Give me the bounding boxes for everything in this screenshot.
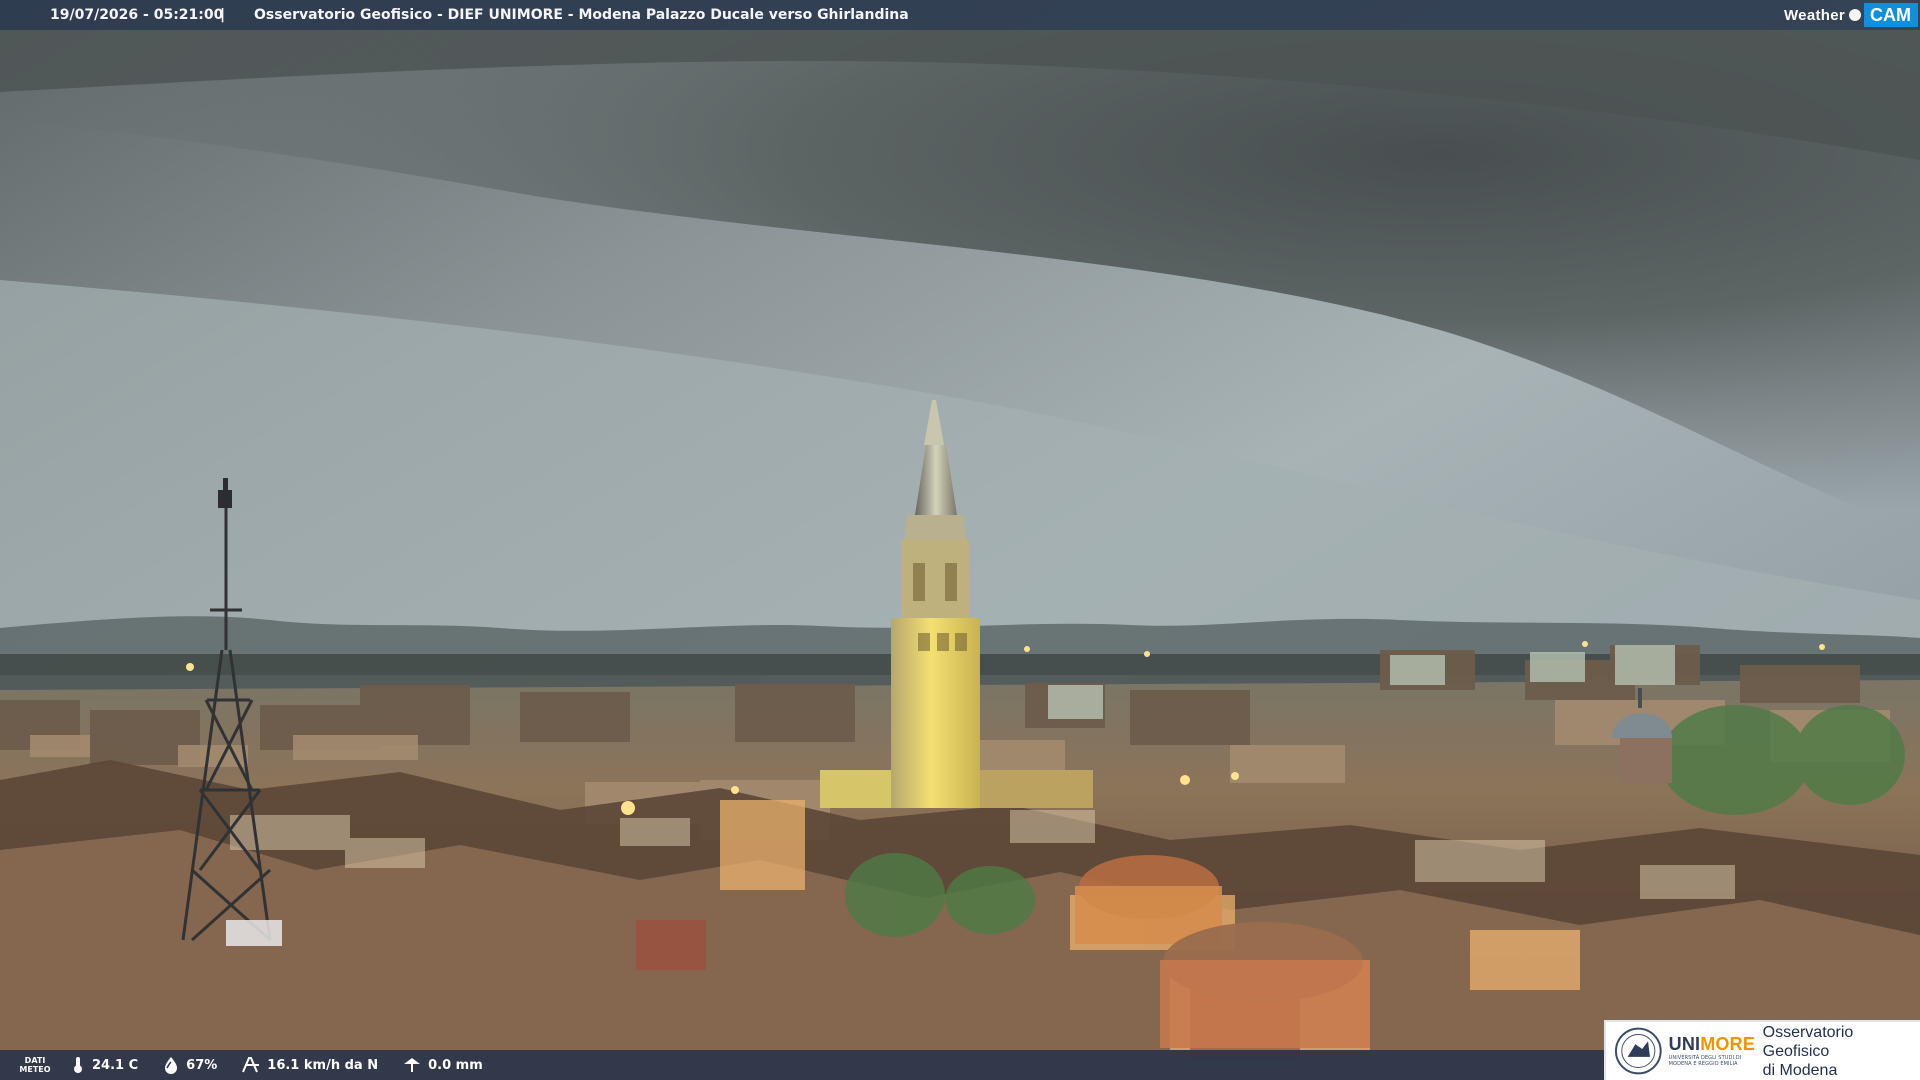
unimore-observatory-logo: UNIMORE UNIVERSITÀ DEGLI STUDI DI MODENA… [1604, 1020, 1920, 1080]
meteo-label-line2: METEO [19, 1065, 51, 1074]
logo-dot-icon [1849, 9, 1861, 21]
wind-reading: 16.1 km/h da N [241, 1056, 378, 1074]
temperature-reading: 24.1 C [70, 1056, 138, 1074]
weathercam-logo-word: Weather [1783, 6, 1845, 24]
meteo-label-line1: DATI [24, 1056, 46, 1065]
university-name: UNIMORE [1668, 1034, 1756, 1054]
university-subtitle-line2: MODENA E REGGIO EMILIA [1668, 1061, 1738, 1067]
caption-separator: | [220, 7, 226, 23]
caption-bar: 19/07/2026 - 05:21:00 | Osservatorio Geo… [0, 0, 1920, 30]
humidity-drop-icon [165, 1057, 178, 1074]
university-name-accent: MORE [1700, 1034, 1756, 1054]
humidity-value: 67% [186, 1057, 218, 1073]
university-subtitle: UNIVERSITÀ DEGLI STUDI DI MODENA E REGGI… [1669, 1055, 1752, 1067]
meteo-data-label: DATI METEO [0, 1056, 70, 1074]
weathercam-logo-cam: CAM [1864, 3, 1918, 27]
wind-icon [242, 1057, 260, 1073]
university-seal-icon [1614, 1027, 1662, 1075]
wind-value: 16.1 km/h da N [267, 1057, 379, 1073]
rain-icon [404, 1058, 421, 1072]
thermometer-icon [74, 1057, 82, 1073]
observatory-name-line1: Osservatorio Geofisico [1762, 1023, 1854, 1060]
temperature-value: 24.1 C [92, 1057, 139, 1073]
weathercam-logo: Weather CAM [1784, 0, 1920, 30]
rain-value: 0.0 mm [428, 1057, 483, 1073]
caption-datetime: 19/07/2026 - 05:21:00 [50, 7, 224, 23]
university-name-prefix: UNI [1668, 1034, 1701, 1054]
humidity-reading: 67% [162, 1056, 217, 1074]
city-skyline-image [0, 0, 1920, 1080]
observatory-name-line2: di Modena [1762, 1061, 1838, 1079]
university-brand: UNIMORE UNIVERSITÀ DEGLI STUDI DI MODENA… [1668, 1034, 1756, 1067]
rain-reading: 0.0 mm [402, 1056, 483, 1074]
caption-title: Osservatorio Geofisico - DIEF UNIMORE - … [254, 7, 909, 23]
observatory-name: Osservatorio Geofisico di Modena [1763, 1023, 1920, 1080]
webcam-frame: 19/07/2026 - 05:21:00 | Osservatorio Geo… [0, 0, 1920, 1080]
